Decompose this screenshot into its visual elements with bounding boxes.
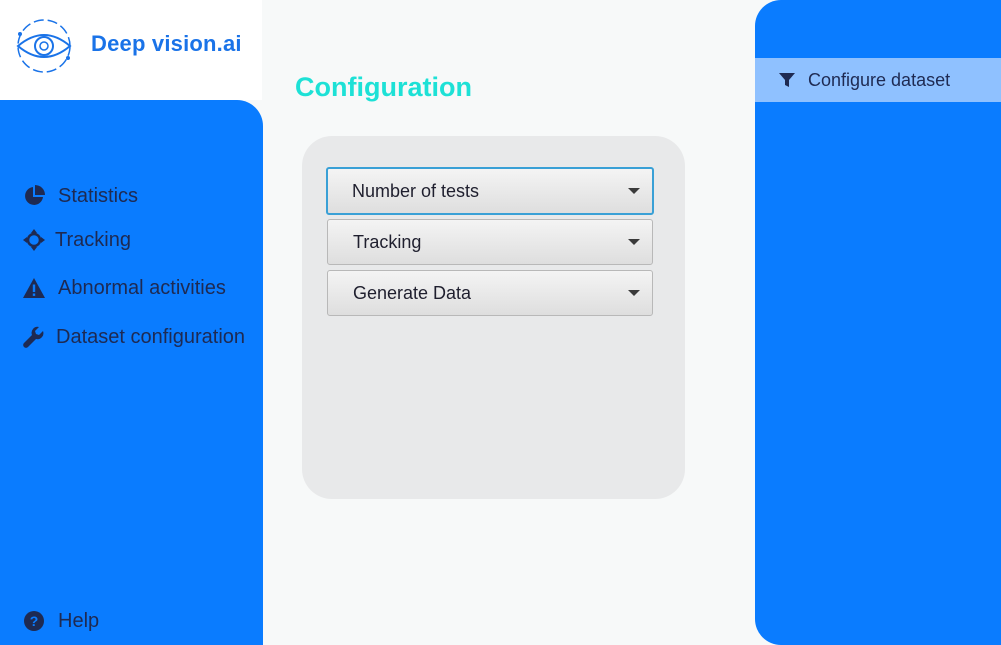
wrench-icon (22, 325, 46, 349)
brand-name: Deep vision.ai (91, 31, 242, 56)
question-circle-icon: ? (22, 609, 46, 633)
warning-icon (22, 276, 46, 300)
filter-icon (779, 71, 797, 89)
sidebar-item-label: Tracking (55, 228, 131, 251)
caret-down-icon (628, 239, 640, 245)
sidebar-item-tracking[interactable]: Tracking (22, 228, 131, 252)
eye-logo-icon (16, 19, 72, 73)
sidebar-item-label: Dataset configuration (56, 325, 246, 348)
sidebar-item-label: Statistics (58, 184, 139, 207)
page-title: Configuration (295, 72, 472, 102)
configuration-panel: Number of tests Tracking Generate Data (302, 136, 685, 499)
sidebar: Statistics Tracking Abnormal activities … (0, 100, 263, 645)
right-panel: Configure dataset (755, 0, 1001, 645)
number-of-tests-select[interactable]: Number of tests (326, 167, 654, 215)
configure-dataset-item[interactable]: Configure dataset (755, 58, 1001, 102)
caret-down-icon (628, 188, 640, 194)
sidebar-item-dataset-configuration[interactable]: Dataset configuration (22, 325, 245, 349)
sidebar-item-help[interactable]: ? Help (22, 609, 99, 633)
svg-text:?: ? (30, 613, 39, 629)
tracking-select[interactable]: Tracking (327, 219, 653, 265)
select-value: Generate Data (353, 282, 472, 303)
select-value: Number of tests (352, 180, 480, 201)
sidebar-item-abnormal-activities[interactable]: Abnormal activities (22, 276, 226, 300)
pie-chart-icon (22, 184, 46, 208)
sidebar-item-label: Abnormal activities (58, 276, 226, 299)
caret-down-icon (628, 290, 640, 296)
logo-area: Deep vision.ai (0, 0, 262, 100)
app-window: Deep vision.ai Statistics Tracking Abnor… (0, 0, 1001, 645)
select-value: Tracking (353, 231, 422, 252)
crosshair-icon (22, 228, 46, 252)
sidebar-item-statistics[interactable]: Statistics (22, 184, 138, 208)
help-label: Help (58, 609, 100, 632)
generate-data-select[interactable]: Generate Data (327, 270, 653, 316)
configure-dataset-label: Configure dataset (808, 69, 951, 90)
